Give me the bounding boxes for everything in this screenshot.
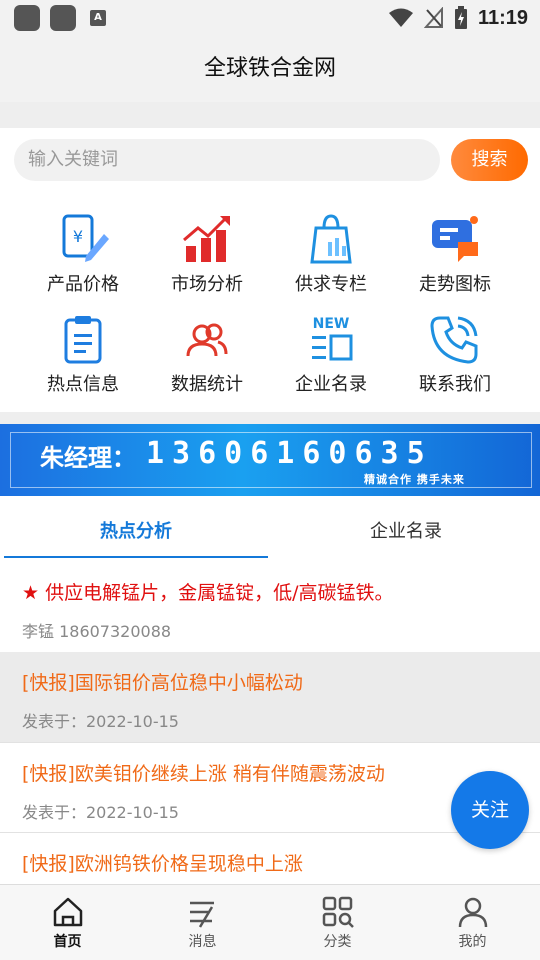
bottom-nav: 首页 消息 分类 我的 bbox=[0, 884, 540, 960]
category-label: 数据统计 bbox=[171, 374, 243, 395]
nav-messages[interactable]: 消息 bbox=[135, 885, 270, 960]
category-supply-demand[interactable]: 供求专栏 bbox=[266, 212, 396, 308]
news-title: [快报]欧洲钨铁价格呈现稳中上涨 bbox=[22, 853, 303, 875]
category-label: 市场分析 bbox=[171, 274, 243, 295]
contact-banner[interactable]: 朱经理： 13606160635 精诚合作 携手未来 bbox=[0, 424, 540, 496]
wifi-icon bbox=[388, 8, 413, 27]
price-tag-icon: ¥ bbox=[62, 214, 109, 262]
phone-icon bbox=[430, 316, 478, 364]
category-label: 走势图标 bbox=[419, 274, 491, 295]
home-icon bbox=[53, 897, 82, 927]
nav-label: 消息 bbox=[188, 934, 217, 950]
category-grid: ¥ 产品价格 市场分析 供求专栏 走势图标 热点信息 数据统计 NEW 企业名录… bbox=[0, 192, 540, 412]
news-date: 发表于：2022-10-15 bbox=[22, 803, 179, 822]
page-title: 全球铁合金网 bbox=[0, 36, 540, 102]
category-label: 产品价格 bbox=[47, 274, 119, 295]
nav-profile[interactable]: 我的 bbox=[405, 885, 540, 960]
banner-slogan: 精诚合作 携手未来 bbox=[364, 473, 465, 486]
svg-text:NEW: NEW bbox=[313, 316, 350, 332]
chat-chart-icon bbox=[432, 216, 478, 262]
app-notification-icon bbox=[14, 5, 40, 31]
featured-ad[interactable]: ★ 供应电解锰片，金属锰锭，低/高碳锰铁。 李锰 18607320088 bbox=[0, 560, 540, 652]
featured-title: ★ 供应电解锰片，金属锰锭，低/高碳锰铁。 bbox=[22, 582, 394, 604]
status-bar: A 11:19 bbox=[0, 0, 540, 36]
nav-label: 分类 bbox=[323, 934, 352, 950]
content-tabs: 热点分析 企业名录 bbox=[0, 496, 540, 560]
news-title: [快报]国际钼价高位稳中小幅松动 bbox=[22, 672, 303, 694]
message-icon bbox=[189, 901, 214, 928]
category-icon bbox=[322, 896, 354, 928]
banner-contact-name: 朱经理： bbox=[40, 444, 136, 472]
clock: 11:19 bbox=[477, 6, 528, 29]
app-notification-icon bbox=[50, 5, 76, 31]
news-title: [快报]欧美钼价继续上涨 稍有伴随震荡波动 bbox=[22, 763, 385, 785]
tab-hot-analysis[interactable]: 热点分析 bbox=[4, 496, 268, 558]
nav-categories[interactable]: 分类 bbox=[270, 885, 405, 960]
category-data-stats[interactable]: 数据统计 bbox=[142, 312, 272, 408]
clipboard-icon bbox=[64, 316, 102, 364]
bar-chart-icon bbox=[183, 216, 230, 262]
app-badge-icon: A bbox=[90, 10, 106, 26]
new-badge-icon: NEW bbox=[312, 316, 353, 361]
search-button[interactable]: 搜索 bbox=[451, 139, 528, 181]
tab-company-directory[interactable]: 企业名录 bbox=[274, 496, 538, 558]
category-product-price[interactable]: ¥ 产品价格 bbox=[18, 212, 148, 308]
category-label: 联系我们 bbox=[419, 374, 491, 395]
news-date: 发表于：2022-10-15 bbox=[22, 712, 179, 731]
battery-charging-icon bbox=[454, 6, 467, 29]
search-bar: 输入关键词 搜索 bbox=[0, 128, 540, 192]
banner-phone-number: 13606160635 bbox=[146, 436, 433, 471]
category-market-analysis[interactable]: 市场分析 bbox=[142, 212, 272, 308]
category-label: 热点信息 bbox=[47, 374, 119, 395]
category-hot-info[interactable]: 热点信息 bbox=[18, 312, 148, 408]
svg-text:¥: ¥ bbox=[73, 227, 83, 246]
category-label: 企业名录 bbox=[295, 374, 367, 395]
featured-contact: 李锰 18607320088 bbox=[22, 622, 172, 641]
users-icon bbox=[186, 323, 228, 357]
no-signal-icon bbox=[423, 7, 443, 28]
nav-label: 首页 bbox=[53, 934, 82, 950]
category-contact-us[interactable]: 联系我们 bbox=[390, 312, 520, 408]
category-company-directory[interactable]: NEW 企业名录 bbox=[266, 312, 396, 408]
shopping-bag-icon bbox=[310, 214, 352, 264]
profile-icon bbox=[458, 897, 487, 928]
news-item[interactable]: [快报]国际钼价高位稳中小幅松动 发表于：2022-10-15 bbox=[0, 652, 540, 742]
news-item[interactable]: [快报]欧洲钨铁价格呈现稳中上涨 bbox=[0, 832, 540, 884]
nav-home[interactable]: 首页 bbox=[0, 885, 135, 960]
nav-label: 我的 bbox=[458, 934, 487, 950]
category-label: 供求专栏 bbox=[295, 274, 367, 295]
follow-button[interactable]: 关注 bbox=[451, 771, 529, 849]
category-trend-chart[interactable]: 走势图标 bbox=[390, 212, 520, 308]
search-input[interactable]: 输入关键词 bbox=[14, 139, 440, 181]
